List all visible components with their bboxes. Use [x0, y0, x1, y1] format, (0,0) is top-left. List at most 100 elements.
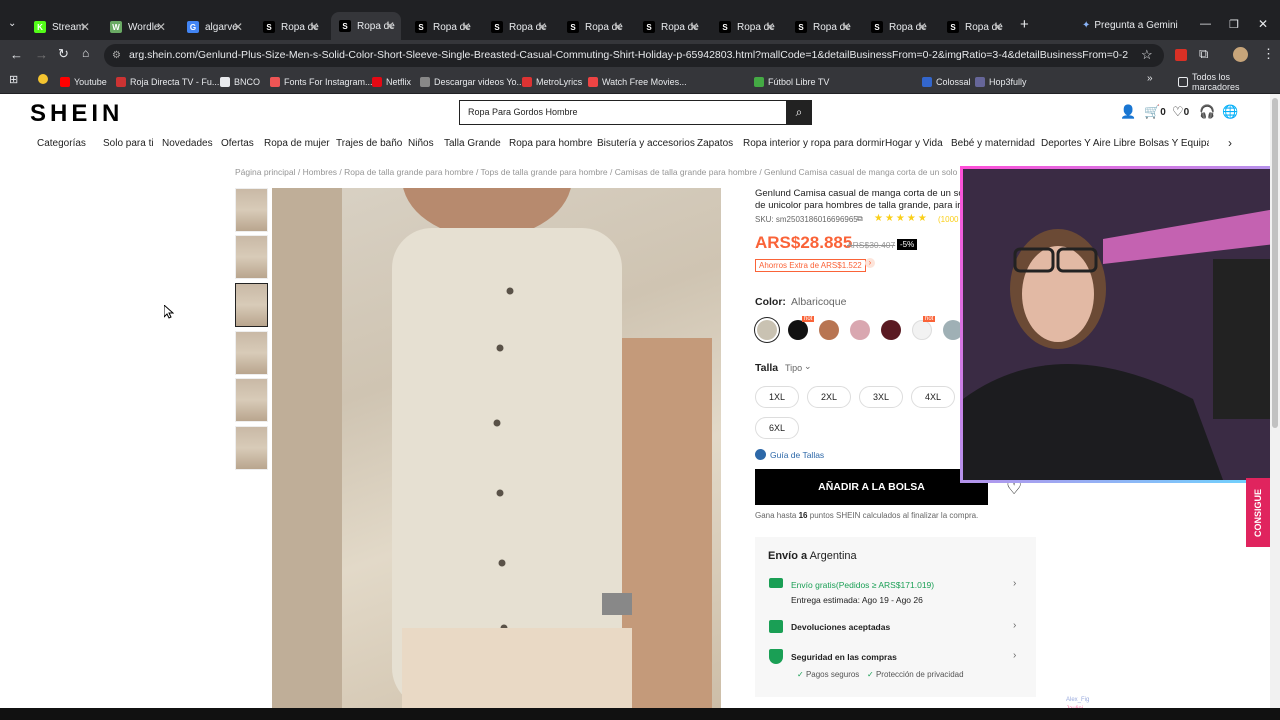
chevron-right-icon[interactable]: ›	[1013, 650, 1016, 661]
close-icon[interactable]: ✕	[385, 19, 395, 33]
returns-accepted[interactable]: Devoluciones aceptadas	[791, 622, 890, 632]
savings-arrow-icon[interactable]: ›	[865, 258, 875, 268]
nav-item[interactable]: Ropa de mujer	[264, 138, 330, 149]
extension-icon[interactable]	[1175, 49, 1187, 61]
size-guide-link[interactable]: Guía de Tallas	[770, 450, 824, 460]
nav-item[interactable]: Hogar y Vida	[885, 138, 943, 149]
add-to-bag-button[interactable]: AÑADIR A LA BOLSA	[755, 469, 988, 505]
back-icon[interactable]: ←	[10, 47, 23, 62]
chevron-right-icon[interactable]: ›	[1013, 578, 1016, 589]
close-icon[interactable]: ✕	[80, 20, 90, 34]
color-swatch[interactable]	[850, 320, 870, 340]
all-bookmarks[interactable]: Todos los marcadores	[1178, 72, 1280, 92]
nav-item[interactable]: Bebé y maternidad	[951, 138, 1035, 149]
gemini-button[interactable]: ✦ Pregunta a Gemini	[1082, 20, 1178, 31]
bookmark-item[interactable]: Descargar videos Yo...	[420, 74, 524, 90]
site-info-icon[interactable]: ⚙	[112, 44, 121, 67]
nav-next-icon[interactable]: ›	[1228, 136, 1232, 150]
search-button[interactable]: ⌕	[786, 100, 812, 125]
browser-tab[interactable]: S Ropa de ✕	[863, 14, 933, 40]
thumbnail-5[interactable]	[235, 378, 268, 422]
copy-icon[interactable]: ⧉	[857, 214, 863, 224]
browser-tab[interactable]: S Ropa de ✕	[407, 14, 477, 40]
size-option[interactable]: 4XL	[911, 386, 955, 408]
browser-tab[interactable]: S Ropa de ✕	[331, 12, 401, 40]
thumbnail-1[interactable]	[235, 188, 268, 232]
bookmark-item[interactable]: Fonts For Instagram...	[270, 74, 373, 90]
url-input[interactable]: ⚙ arg.shein.com/Genlund-Plus-Size-Men-s-…	[104, 44, 1164, 67]
bookmark-item[interactable]: Roja Directa TV - Fu...	[116, 74, 219, 90]
rating-stars[interactable]: ★★★★★	[874, 213, 929, 224]
product-main-image[interactable]	[272, 188, 721, 708]
account-icon[interactable]: 👤	[1120, 104, 1136, 120]
close-window-button[interactable]: ✕	[1258, 17, 1268, 31]
scrollbar-thumb[interactable]	[1272, 98, 1278, 428]
browser-tab[interactable]: S Ropa de ✕	[635, 14, 705, 40]
nav-item[interactable]: Trajes de baño	[336, 138, 402, 149]
nav-item[interactable]: Talla Grande	[444, 138, 501, 149]
nav-item[interactable]: Ropa para hombre	[509, 138, 592, 149]
consigue-tab[interactable]: CONSIGUE	[1246, 478, 1270, 547]
size-option[interactable]: 3XL	[859, 386, 903, 408]
tab-search-icon[interactable]: ⌄	[8, 18, 16, 29]
bookmark-item[interactable]: Fútbol Libre TV	[754, 74, 829, 90]
browser-tab[interactable]: S Ropa de ✕	[787, 14, 857, 40]
thumbnail-2[interactable]	[235, 235, 268, 279]
size-option[interactable]: 6XL	[755, 417, 799, 439]
nav-item[interactable]: Bisutería y accesorios	[597, 138, 695, 149]
apps-icon[interactable]: ⊞	[9, 73, 18, 86]
thumbnail-4[interactable]	[235, 331, 268, 375]
nav-item[interactable]: Categorías	[37, 138, 86, 149]
close-icon[interactable]: ✕	[233, 20, 243, 34]
minimize-button[interactable]: —	[1200, 18, 1211, 30]
bookmark-item[interactable]: Netflix	[372, 74, 411, 90]
extra-savings[interactable]: Ahorros Extra de ARS$1.522	[755, 259, 866, 272]
ship-to[interactable]: Envío a Argentina	[768, 550, 857, 562]
review-count[interactable]: (1000	[938, 215, 958, 224]
browser-tab[interactable]: W Wordle ✕	[102, 14, 172, 40]
bookmark-item[interactable]: BNCO	[220, 74, 260, 90]
home-icon[interactable]: ⌂	[82, 46, 89, 60]
close-icon[interactable]: ✕	[156, 20, 166, 34]
size-option[interactable]: 1XL	[755, 386, 799, 408]
thumbnail-6[interactable]	[235, 426, 268, 470]
browser-tab[interactable]: S Ropa de ✕	[939, 14, 1009, 40]
color-swatch[interactable]	[881, 320, 901, 340]
page-scrollbar[interactable]	[1270, 94, 1280, 708]
nav-item[interactable]: Ropa interior y ropa para dormir	[743, 138, 885, 149]
color-swatch[interactable]	[788, 320, 808, 340]
maximize-button[interactable]: ❐	[1229, 18, 1239, 31]
nav-item[interactable]: Novedades	[162, 138, 213, 149]
bookmark-item[interactable]: Colossal	[922, 74, 971, 90]
reload-icon[interactable]: ↻	[58, 46, 69, 62]
breadcrumb[interactable]: Página principal / Hombres / Ropa de tal…	[235, 167, 960, 177]
bookmark-item[interactable]: MetroLyrics	[522, 74, 582, 90]
support-icon[interactable]: 🎧	[1199, 104, 1215, 120]
nav-item[interactable]: Zapatos	[697, 138, 733, 149]
language-icon[interactable]: 🌐	[1222, 104, 1238, 120]
color-swatch[interactable]	[912, 320, 932, 340]
nav-item[interactable]: Solo para ti	[103, 138, 154, 149]
browser-tab[interactable]: S Ropa de ✕	[711, 14, 781, 40]
close-icon[interactable]: ✕	[613, 20, 623, 34]
bookmark-star-icon[interactable]: ☆	[1141, 47, 1153, 63]
close-icon[interactable]: ✕	[841, 20, 851, 34]
nav-item[interactable]: Deportes Y Aire Libre	[1041, 138, 1136, 149]
free-shipping[interactable]: Envío gratis(Pedidos ≥ ARS$171.019)	[791, 580, 934, 590]
new-tab-button[interactable]: +	[1020, 16, 1029, 33]
more-bookmarks-icon[interactable]: »	[1147, 73, 1153, 84]
emoji-bookmark-icon[interactable]	[38, 74, 48, 84]
wishlist-button[interactable]: ♡ 0	[1172, 104, 1189, 120]
forward-icon[interactable]: →	[35, 47, 48, 62]
bookmark-item[interactable]: Youtube	[60, 74, 107, 90]
browser-tab[interactable]: S Ropa de ✕	[255, 14, 325, 40]
menu-icon[interactable]: ⋮	[1262, 46, 1275, 62]
browser-tab[interactable]: Galgarve ✕	[179, 14, 249, 40]
color-swatch[interactable]	[819, 320, 839, 340]
close-icon[interactable]: ✕	[537, 20, 547, 34]
nav-item[interactable]: Niños	[408, 138, 434, 149]
chevron-right-icon[interactable]: ›	[1013, 620, 1016, 631]
close-icon[interactable]: ✕	[689, 20, 699, 34]
size-option[interactable]: 2XL	[807, 386, 851, 408]
cart-button[interactable]: 🛒 0	[1144, 104, 1166, 120]
